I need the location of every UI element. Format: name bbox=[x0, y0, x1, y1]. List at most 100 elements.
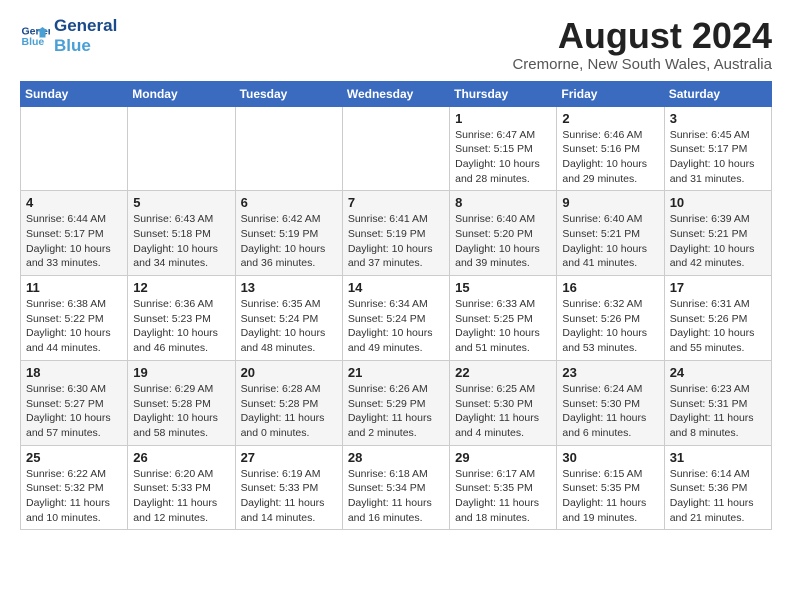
day-detail: Sunrise: 6:20 AMSunset: 5:33 PMDaylight:… bbox=[133, 467, 229, 526]
day-number: 5 bbox=[133, 195, 229, 210]
day-number: 16 bbox=[562, 280, 658, 295]
day-detail: Sunrise: 6:45 AMSunset: 5:17 PMDaylight:… bbox=[670, 128, 766, 187]
calendar-header-row: SundayMondayTuesdayWednesdayThursdayFrid… bbox=[21, 81, 772, 106]
day-number: 8 bbox=[455, 195, 551, 210]
calendar-cell: 15Sunrise: 6:33 AMSunset: 5:25 PMDayligh… bbox=[450, 276, 557, 361]
day-detail: Sunrise: 6:22 AMSunset: 5:32 PMDaylight:… bbox=[26, 467, 122, 526]
header-saturday: Saturday bbox=[664, 81, 771, 106]
day-detail: Sunrise: 6:32 AMSunset: 5:26 PMDaylight:… bbox=[562, 297, 658, 356]
calendar-cell: 7 Sunrise: 6:41 AMSunset: 5:19 PMDaylight… bbox=[342, 191, 449, 276]
calendar-cell: 31 Sunrise: 6:14 AMSunset: 5:36 PMDayligh… bbox=[664, 445, 771, 530]
calendar-cell bbox=[342, 106, 449, 191]
calendar-cell: 14Sunrise: 6:34 AMSunset: 5:24 PMDayligh… bbox=[342, 276, 449, 361]
location-subtitle: Cremorne, New South Wales, Australia bbox=[512, 56, 772, 73]
day-detail: Sunrise: 6:18 AMSunset: 5:34 PMDaylight:… bbox=[348, 467, 444, 526]
day-number: 20 bbox=[241, 365, 337, 380]
calendar-cell: 1Sunrise: 6:47 AMSunset: 5:15 PMDaylight… bbox=[450, 106, 557, 191]
day-number: 2 bbox=[562, 111, 658, 126]
header-tuesday: Tuesday bbox=[235, 81, 342, 106]
calendar-cell: 2 Sunrise: 6:46 AMSunset: 5:16 PMDaylight… bbox=[557, 106, 664, 191]
day-detail: Sunrise: 6:24 AMSunset: 5:30 PMDaylight:… bbox=[562, 382, 658, 441]
day-number: 10 bbox=[670, 195, 766, 210]
calendar-cell: 10 Sunrise: 6:39 AMSunset: 5:21 PMDayligh… bbox=[664, 191, 771, 276]
day-number: 13 bbox=[241, 280, 337, 295]
day-number: 11 bbox=[26, 280, 122, 295]
day-detail: Sunrise: 6:36 AMSunset: 5:23 PMDaylight:… bbox=[133, 297, 229, 356]
day-detail: Sunrise: 6:29 AMSunset: 5:28 PMDaylight:… bbox=[133, 382, 229, 441]
day-detail: Sunrise: 6:39 AMSunset: 5:21 PMDaylight:… bbox=[670, 212, 766, 271]
calendar-cell: 8Sunrise: 6:40 AMSunset: 5:20 PMDaylight… bbox=[450, 191, 557, 276]
calendar-cell: 27Sunrise: 6:19 AMSunset: 5:33 PMDayligh… bbox=[235, 445, 342, 530]
header-monday: Monday bbox=[128, 81, 235, 106]
day-number: 25 bbox=[26, 450, 122, 465]
day-number: 14 bbox=[348, 280, 444, 295]
month-title: August 2024 bbox=[512, 16, 772, 56]
day-detail: Sunrise: 6:30 AMSunset: 5:27 PMDaylight:… bbox=[26, 382, 122, 441]
header-friday: Friday bbox=[557, 81, 664, 106]
calendar-cell: 21 Sunrise: 6:26 AMSunset: 5:29 PMDayligh… bbox=[342, 360, 449, 445]
calendar-cell: 25 Sunrise: 6:22 AMSunset: 5:32 PMDayligh… bbox=[21, 445, 128, 530]
title-area: August 2024 Cremorne, New South Wales, A… bbox=[512, 16, 772, 73]
logo-icon: General Blue bbox=[20, 21, 50, 51]
day-detail: Sunrise: 6:47 AMSunset: 5:15 PMDaylight:… bbox=[455, 128, 551, 187]
day-number: 19 bbox=[133, 365, 229, 380]
day-number: 7 bbox=[348, 195, 444, 210]
day-number: 18 bbox=[26, 365, 122, 380]
calendar-cell: 9Sunrise: 6:40 AMSunset: 5:21 PMDaylight… bbox=[557, 191, 664, 276]
day-number: 22 bbox=[455, 365, 551, 380]
svg-text:Blue: Blue bbox=[22, 36, 45, 48]
day-detail: Sunrise: 6:42 AMSunset: 5:19 PMDaylight:… bbox=[241, 212, 337, 271]
calendar-cell: 18 Sunrise: 6:30 AMSunset: 5:27 PMDayligh… bbox=[21, 360, 128, 445]
day-detail: Sunrise: 6:38 AMSunset: 5:22 PMDaylight:… bbox=[26, 297, 122, 356]
calendar-cell: 26 Sunrise: 6:20 AMSunset: 5:33 PMDayligh… bbox=[128, 445, 235, 530]
day-detail: Sunrise: 6:25 AMSunset: 5:30 PMDaylight:… bbox=[455, 382, 551, 441]
calendar-cell: 4Sunrise: 6:44 AMSunset: 5:17 PMDaylight… bbox=[21, 191, 128, 276]
header-thursday: Thursday bbox=[450, 81, 557, 106]
day-detail: Sunrise: 6:41 AMSunset: 5:19 PMDaylight:… bbox=[348, 212, 444, 271]
calendar-cell: 13 Sunrise: 6:35 AMSunset: 5:24 PMDayligh… bbox=[235, 276, 342, 361]
day-number: 23 bbox=[562, 365, 658, 380]
calendar-cell: 11 Sunrise: 6:38 AMSunset: 5:22 PMDayligh… bbox=[21, 276, 128, 361]
logo: General Blue General Blue bbox=[20, 16, 117, 55]
day-number: 21 bbox=[348, 365, 444, 380]
day-number: 27 bbox=[241, 450, 337, 465]
header-sunday: Sunday bbox=[21, 81, 128, 106]
calendar-cell bbox=[21, 106, 128, 191]
calendar-week-3: 11 Sunrise: 6:38 AMSunset: 5:22 PMDayligh… bbox=[21, 276, 772, 361]
day-detail: Sunrise: 6:26 AMSunset: 5:29 PMDaylight:… bbox=[348, 382, 444, 441]
header-wednesday: Wednesday bbox=[342, 81, 449, 106]
calendar-cell: 22 Sunrise: 6:25 AMSunset: 5:30 PMDayligh… bbox=[450, 360, 557, 445]
calendar-cell: 20Sunrise: 6:28 AMSunset: 5:28 PMDayligh… bbox=[235, 360, 342, 445]
day-number: 28 bbox=[348, 450, 444, 465]
day-detail: Sunrise: 6:15 AMSunset: 5:35 PMDaylight:… bbox=[562, 467, 658, 526]
logo-line1: General bbox=[54, 16, 117, 36]
day-detail: Sunrise: 6:14 AMSunset: 5:36 PMDaylight:… bbox=[670, 467, 766, 526]
calendar-cell: 30Sunrise: 6:15 AMSunset: 5:35 PMDayligh… bbox=[557, 445, 664, 530]
day-detail: Sunrise: 6:43 AMSunset: 5:18 PMDaylight:… bbox=[133, 212, 229, 271]
calendar-week-5: 25 Sunrise: 6:22 AMSunset: 5:32 PMDayligh… bbox=[21, 445, 772, 530]
calendar-cell: 6 Sunrise: 6:42 AMSunset: 5:19 PMDaylight… bbox=[235, 191, 342, 276]
calendar-cell: 16 Sunrise: 6:32 AMSunset: 5:26 PMDayligh… bbox=[557, 276, 664, 361]
header: General Blue General Blue August 2024 Cr… bbox=[20, 16, 772, 73]
day-number: 17 bbox=[670, 280, 766, 295]
day-number: 26 bbox=[133, 450, 229, 465]
calendar-cell: 29 Sunrise: 6:17 AMSunset: 5:35 PMDayligh… bbox=[450, 445, 557, 530]
calendar-cell: 28 Sunrise: 6:18 AMSunset: 5:34 PMDayligh… bbox=[342, 445, 449, 530]
calendar-cell: 24Sunrise: 6:23 AMSunset: 5:31 PMDayligh… bbox=[664, 360, 771, 445]
day-detail: Sunrise: 6:33 AMSunset: 5:25 PMDaylight:… bbox=[455, 297, 551, 356]
day-number: 29 bbox=[455, 450, 551, 465]
calendar-cell: 23 Sunrise: 6:24 AMSunset: 5:30 PMDayligh… bbox=[557, 360, 664, 445]
day-number: 6 bbox=[241, 195, 337, 210]
calendar-cell: 19 Sunrise: 6:29 AMSunset: 5:28 PMDayligh… bbox=[128, 360, 235, 445]
day-detail: Sunrise: 6:44 AMSunset: 5:17 PMDaylight:… bbox=[26, 212, 122, 271]
day-detail: Sunrise: 6:31 AMSunset: 5:26 PMDaylight:… bbox=[670, 297, 766, 356]
calendar-cell bbox=[128, 106, 235, 191]
day-detail: Sunrise: 6:23 AMSunset: 5:31 PMDaylight:… bbox=[670, 382, 766, 441]
day-detail: Sunrise: 6:35 AMSunset: 5:24 PMDaylight:… bbox=[241, 297, 337, 356]
day-number: 31 bbox=[670, 450, 766, 465]
day-detail: Sunrise: 6:46 AMSunset: 5:16 PMDaylight:… bbox=[562, 128, 658, 187]
day-detail: Sunrise: 6:17 AMSunset: 5:35 PMDaylight:… bbox=[455, 467, 551, 526]
calendar-cell: 3Sunrise: 6:45 AMSunset: 5:17 PMDaylight… bbox=[664, 106, 771, 191]
day-number: 9 bbox=[562, 195, 658, 210]
day-number: 12 bbox=[133, 280, 229, 295]
